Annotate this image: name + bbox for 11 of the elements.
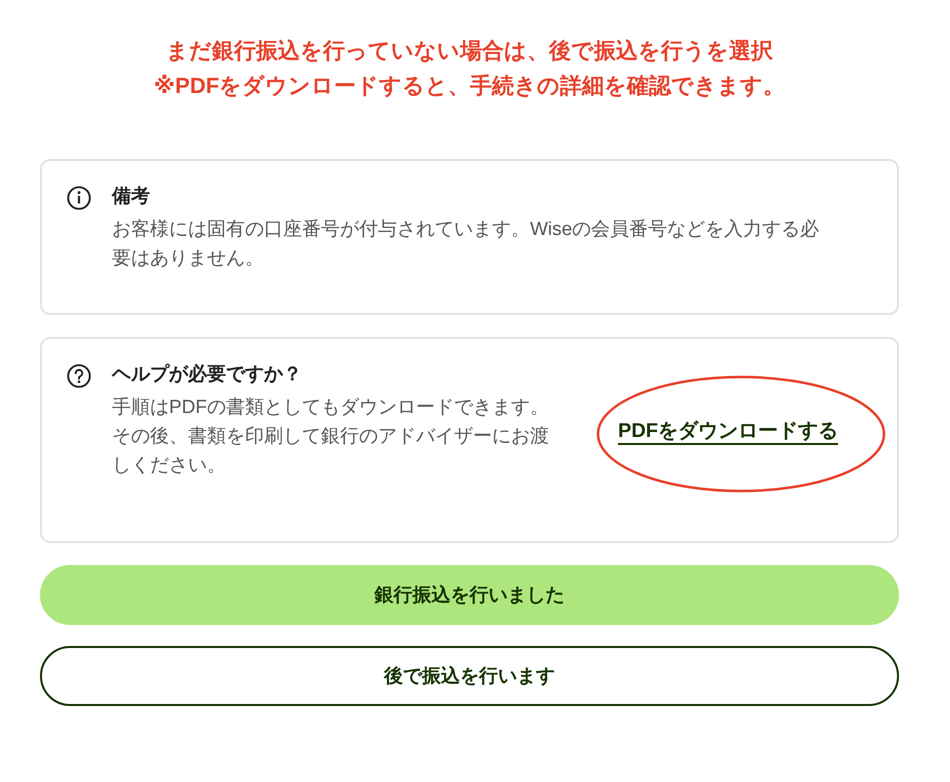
annotation-text: まだ銀行振込を行っていない場合は、後で振込を行うを選択 — [166, 37, 773, 65]
card-text: お客様には固有の口座番号が付与されています。Wiseの会員番号などを入力する必要はありません。 — [112, 218, 820, 271]
download-pdf-link[interactable]: PDFをダウンロードする — [618, 420, 838, 442]
info-icon — [66, 185, 92, 211]
annotation-text: ※PDFをダウンロードすると、手続きの詳細を確認できます。 — [154, 72, 786, 100]
card-text: 手順はPDFの書類としてもダウンロードできます。その後、書類を印刷して銀行のアドバイザーにお渡しください。 — [112, 396, 550, 478]
confirm-transfer-button[interactable]: 銀行振込を行いました — [40, 565, 899, 625]
card-title: ヘルプが必要ですか？ — [112, 362, 303, 387]
help-icon — [66, 363, 92, 389]
transfer-later-button[interactable]: 後で振込を行います — [40, 646, 899, 706]
card-title: 備考 — [112, 185, 151, 209]
